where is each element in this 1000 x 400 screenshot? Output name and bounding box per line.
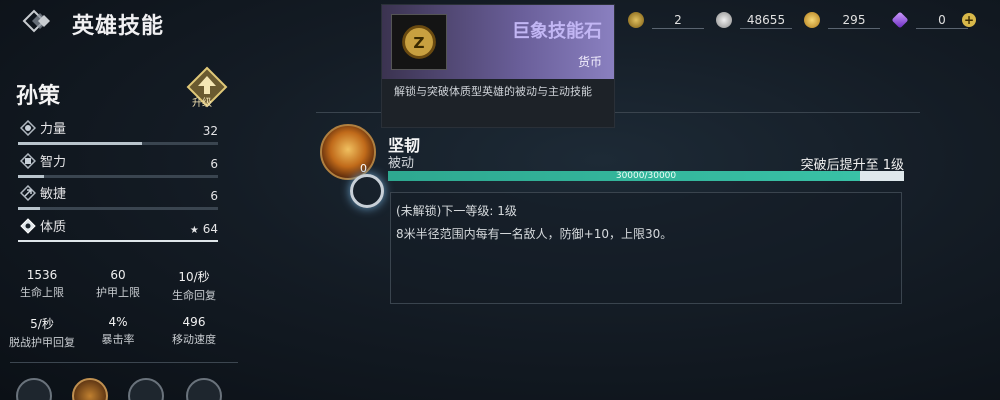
attr-max-hp: 1536 生命上限 [20, 268, 64, 299]
next-level-text: (未解锁)下一等级: 1级 [396, 204, 517, 218]
silver-coin-icon [716, 12, 732, 28]
upgrade-label: 升级 [192, 98, 212, 109]
attr-crit-rate: 4% 暴击率 [101, 315, 135, 346]
stat-agility: 敏捷 6 [16, 183, 220, 213]
attr-move-speed: 496 移动速度 [172, 315, 216, 346]
attr-max-armor: 60 护甲上限 [96, 268, 140, 299]
attr-armor-regen: 5/秒 脱战护甲回复 [9, 317, 75, 349]
stat-intellect: 智力 6 [16, 151, 220, 181]
currency-gold: 295 [804, 11, 880, 29]
add-currency-button[interactable]: + [962, 13, 976, 27]
svg-text:Z: Z [413, 34, 424, 52]
skill-slot-1[interactable] [16, 378, 52, 400]
hero-name: 孙策 [16, 84, 61, 109]
back-diamond-icon[interactable] [18, 6, 58, 36]
item-tooltip: Z 巨象技能石 货币 解锁与突破体质型英雄的被动与主动技能 [381, 4, 615, 128]
skill-stone-icon [628, 12, 644, 28]
item-type-tag: 货币 [577, 55, 602, 69]
intellect-icon [20, 153, 36, 169]
currency-crystal: 0 [891, 11, 968, 29]
gold-coin-icon [804, 12, 820, 28]
page-title: 英雄技能 [72, 14, 165, 39]
strength-icon [20, 120, 36, 136]
purple-crystal-icon [891, 11, 909, 29]
skill-icon-tenacity[interactable] [320, 124, 376, 180]
stat-constitution[interactable]: 体质 ★ 64 [16, 216, 220, 246]
item-description: 解锁与突破体质型英雄的被动与主动技能 [394, 85, 592, 98]
agility-icon [20, 185, 36, 201]
selection-ring [350, 174, 384, 208]
skill-slot-3[interactable] [128, 378, 164, 400]
progress-text: 30000/30000 [615, 171, 677, 181]
skill-progress-bar: 30000/30000 [388, 171, 904, 181]
skill-slot-2[interactable] [72, 378, 108, 400]
skill-type: 被动 [388, 156, 415, 171]
skill-stone-icon: Z [391, 14, 447, 70]
currency-silver: 48655 [716, 11, 792, 29]
stat-strength: 力量 32 [16, 118, 220, 148]
currency-skill-stone: 2 [628, 11, 704, 29]
skill-slot-4[interactable] [186, 378, 222, 400]
constitution-icon [20, 218, 36, 234]
attr-hp-regen: 10/秒 生命回复 [172, 270, 216, 302]
item-name: 巨象技能石 [512, 21, 602, 42]
star-icon: ★ [189, 225, 199, 236]
skill-effect-text: 8米半径范围内每有一名敌人，防御+10，上限30。 [396, 227, 673, 241]
divider [10, 362, 238, 363]
